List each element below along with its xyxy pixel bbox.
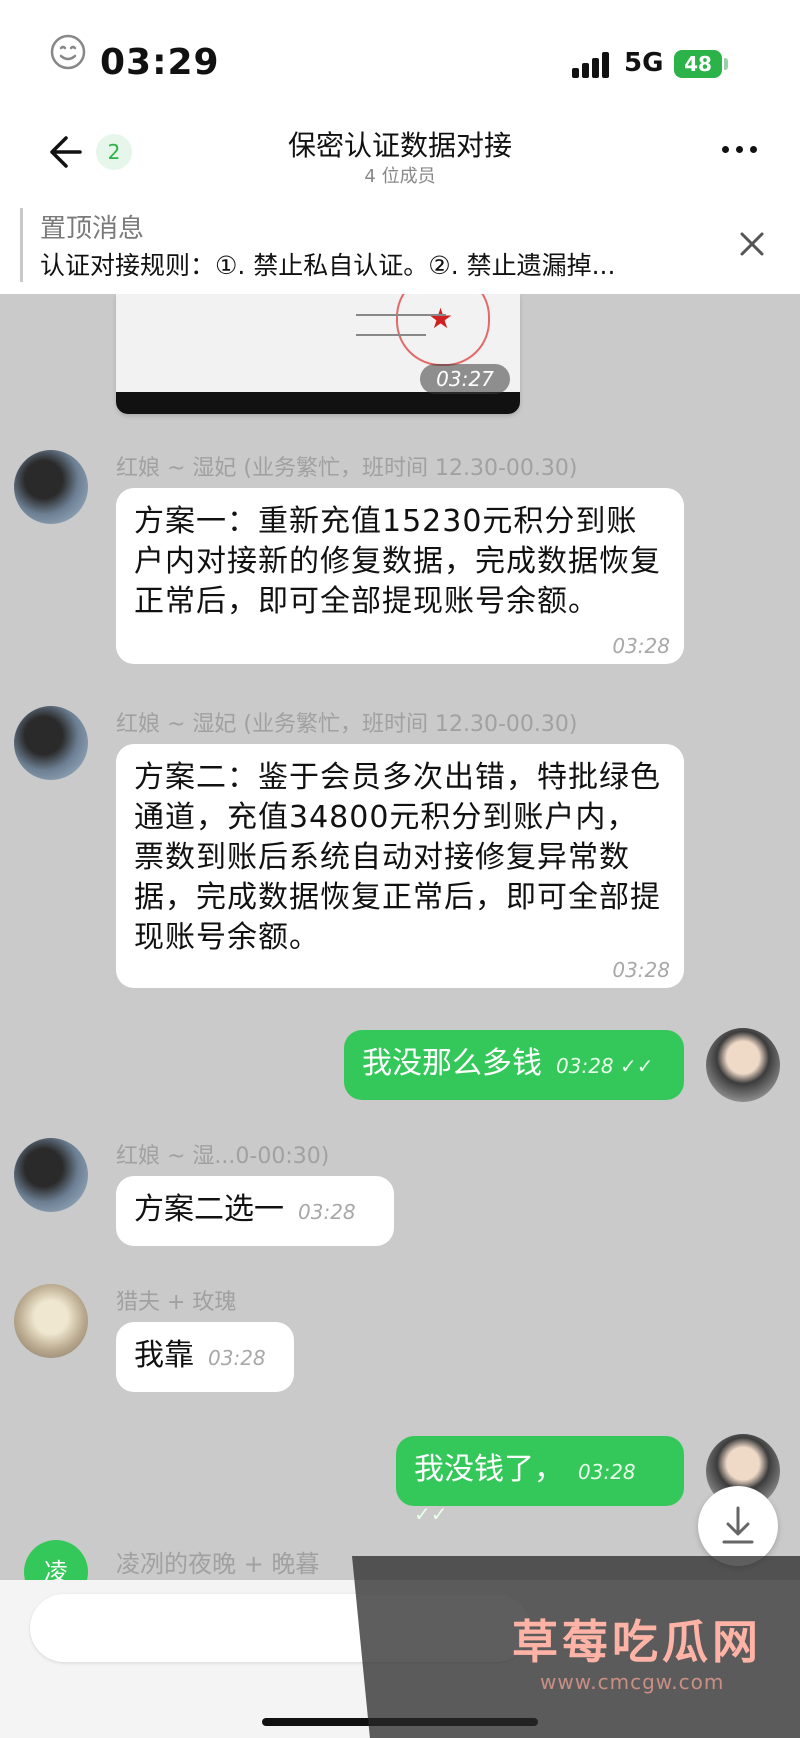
chat-header: 2 保密认证数据对接 4 位成员 bbox=[0, 112, 800, 198]
message-text: 方案二选一 bbox=[134, 1192, 284, 1227]
message-text: 方案一：重新充值15230元积分到账户内对接新的修复数据，完成数据恢复正常后，即… bbox=[134, 504, 661, 619]
image-message[interactable]: ★ bbox=[116, 294, 520, 414]
message-text: 方案二：鉴于会员多次出错，特批绿色通道，充值34800元积分到账户内，票数到账后… bbox=[134, 760, 661, 955]
network-label: 5G bbox=[624, 48, 664, 78]
message-time-read: 03:28 ✓✓ bbox=[556, 1054, 654, 1078]
battery-tip bbox=[724, 58, 728, 70]
message-time: 03:28 bbox=[208, 1346, 266, 1370]
message-bubble[interactable]: 我靠 03:28 bbox=[116, 1322, 294, 1392]
more-options-icon[interactable] bbox=[720, 142, 760, 156]
image-bottom-bar bbox=[116, 392, 520, 414]
pinned-bar bbox=[20, 208, 23, 282]
message-bubble[interactable]: 方案二选一 03:28 bbox=[116, 1176, 394, 1246]
avatar[interactable] bbox=[14, 706, 88, 780]
battery-icon: 48 bbox=[674, 50, 722, 78]
download-arrow-icon bbox=[722, 1506, 754, 1544]
chat-area[interactable]: ★ 03:27 红娘 ~ 湿妃 (业务繁忙，班时间 12.30-00.30) 方… bbox=[0, 294, 800, 1580]
status-bar: 03:29 5G 48 bbox=[0, 0, 800, 112]
chat-title: 保密认证数据对接 bbox=[287, 129, 512, 162]
signal-icon bbox=[572, 52, 614, 78]
close-icon[interactable] bbox=[736, 228, 768, 260]
document-line bbox=[356, 314, 446, 316]
pinned-message[interactable]: 置顶消息 认证对接规则：①. 禁止私自认证。②. 禁止遗漏掉... bbox=[0, 198, 800, 294]
my-message-bubble[interactable]: 我没钱了， 03:28 ✓✓ bbox=[396, 1436, 684, 1526]
my-avatar[interactable] bbox=[706, 1028, 780, 1102]
avatar[interactable] bbox=[14, 1284, 88, 1358]
image-time: 03:27 bbox=[420, 364, 510, 394]
sender-name: 红娘 ~ 湿妃 (业务繁忙，班时间 12.30-00.30) bbox=[116, 712, 578, 737]
watermark-title: 草莓吃瓜网 bbox=[512, 1615, 762, 1669]
message-time: 03:28 bbox=[612, 958, 670, 982]
message-bubble[interactable]: 方案二：鉴于会员多次出错，特批绿色通道，充值34800元积分到账户内，票数到账后… bbox=[116, 744, 684, 988]
my-message-bubble[interactable]: 我没那么多钱 03:28 ✓✓ bbox=[344, 1030, 684, 1100]
message-time: 03:28 bbox=[298, 1200, 356, 1224]
message-text: 我没钱了， bbox=[414, 1452, 564, 1487]
pinned-text: 认证对接规则：①. 禁止私自认证。②. 禁止遗漏掉... bbox=[40, 251, 616, 280]
pinned-title: 置顶消息 bbox=[40, 214, 145, 244]
message-text: 我没那么多钱 bbox=[362, 1046, 542, 1081]
sender-name: 猎夫 + 玫瑰 bbox=[116, 1290, 237, 1315]
member-count: 4 位成员 bbox=[364, 166, 436, 187]
watermark-url: www.cmcgw.com bbox=[540, 1670, 725, 1694]
status-time: 03:29 bbox=[100, 42, 220, 83]
avatar[interactable] bbox=[14, 1138, 88, 1212]
emoji-icon[interactable] bbox=[48, 32, 88, 72]
member-name: 凌冽的夜晚 + 晚暮 bbox=[116, 1550, 320, 1578]
message-text: 我靠 bbox=[134, 1338, 194, 1373]
sender-name: 红娘 ~ 湿...0-00:30) bbox=[116, 1144, 330, 1169]
scroll-to-bottom-button[interactable] bbox=[698, 1486, 778, 1566]
message-bubble[interactable]: 方案一：重新充值15230元积分到账户内对接新的修复数据，完成数据恢复正常后，即… bbox=[116, 488, 684, 664]
message-time: 03:28 bbox=[612, 634, 670, 658]
document-line bbox=[356, 334, 426, 336]
star-icon: ★ bbox=[428, 302, 454, 335]
avatar[interactable] bbox=[14, 450, 88, 524]
sender-name: 红娘 ~ 湿妃 (业务繁忙，班时间 12.30-00.30) bbox=[116, 456, 578, 481]
